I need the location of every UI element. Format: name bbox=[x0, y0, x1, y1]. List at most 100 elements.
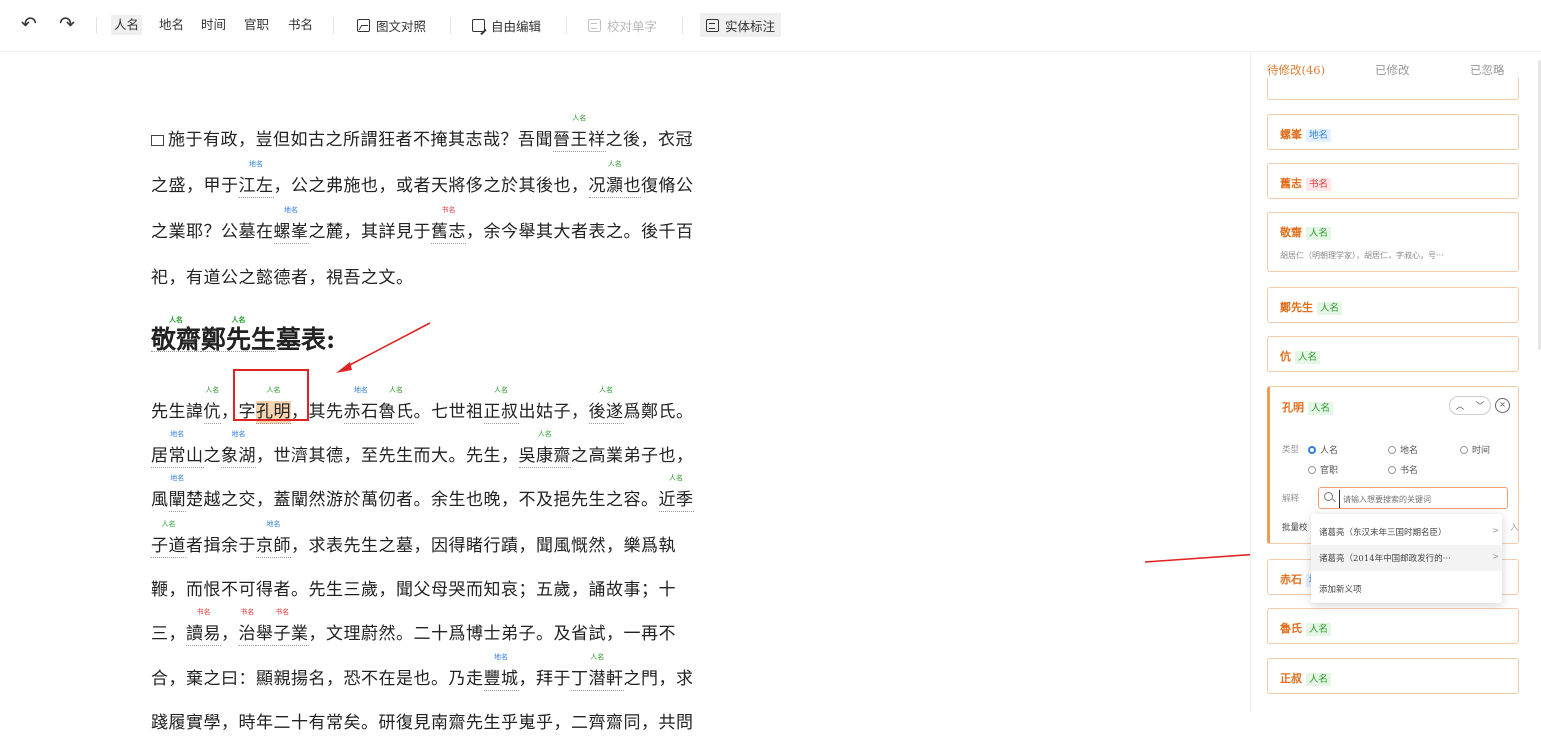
filter-time[interactable]: 时间 bbox=[198, 15, 229, 35]
entity-person[interactable]: 伉人名 bbox=[203, 386, 221, 424]
entity-place[interactable]: 豐城 地名 bbox=[483, 653, 519, 691]
text-line: 合，棄之曰：顯親揚名，恐不在是也。乃走豐城 地名 ，拜于丁潜軒 人名 之門，求 bbox=[151, 653, 694, 693]
entity-card[interactable]: 正叔 人名 bbox=[1267, 658, 1519, 694]
entity-name: 舊志 bbox=[1280, 177, 1302, 190]
type-radio[interactable]: 官职 bbox=[1308, 463, 1338, 476]
entity-person[interactable]: 正叔 人名 bbox=[483, 386, 519, 424]
entity-place[interactable]: 象湖 地名 bbox=[221, 430, 256, 468]
type-radio[interactable]: 书名 bbox=[1388, 463, 1418, 476]
radio-label: 官职 bbox=[1320, 466, 1339, 476]
explanation-search-input[interactable] bbox=[1339, 490, 1505, 508]
tab-modified[interactable]: 已修改 bbox=[1375, 62, 1410, 78]
entity-name: 正叔 bbox=[1280, 672, 1302, 685]
redo-icon[interactable]: ↷ bbox=[59, 14, 75, 34]
image-text-button[interactable]: 图文对照 bbox=[357, 13, 426, 37]
entity-tag: 人名 bbox=[537, 430, 552, 438]
type-label: 类型 bbox=[1282, 445, 1300, 455]
tab-ignored[interactable]: 已忽略 bbox=[1470, 62, 1505, 78]
dropdown-option[interactable]: 诸葛亮（东汉末年三国时期名臣） > bbox=[1319, 526, 1499, 538]
close-icon[interactable]: × bbox=[1495, 398, 1510, 413]
type-radio[interactable]: 人名 bbox=[1308, 443, 1338, 456]
entity-card[interactable]: 螺峯 地名 bbox=[1267, 114, 1519, 150]
entity-type-badge: 人名 bbox=[1308, 402, 1334, 415]
edit-icon bbox=[472, 18, 485, 32]
entity-person[interactable]: 晉王祥 人名 bbox=[553, 114, 606, 152]
entity-card-name: 孔明 人名 bbox=[1282, 399, 1334, 415]
entity-tag: 地名 bbox=[231, 430, 246, 438]
text-line: 風闡 地名 楚越之交，蓋闡然游於萬仞者。余生也晚，不及挹先生之容。近季 人名 bbox=[151, 474, 694, 514]
entity-place[interactable]: 螺峯 地名 bbox=[273, 206, 309, 244]
chevron-right-icon: > bbox=[1492, 526, 1500, 536]
entity-book[interactable]: 舊志 书名 bbox=[431, 206, 466, 244]
entity-person[interactable]: 近季 人名 bbox=[658, 474, 694, 512]
proof-button[interactable]: 校对单字 bbox=[588, 13, 657, 37]
image-marker-icon[interactable] bbox=[151, 135, 164, 146]
entity-card[interactable]: 舊志 书名 bbox=[1267, 163, 1519, 199]
entity-annotate-button[interactable]: 实体标注 bbox=[700, 13, 782, 37]
type-radio[interactable]: 时间 bbox=[1460, 443, 1490, 456]
plain-text: ，公之弗施也，或者天將侈之於其後也， bbox=[273, 176, 589, 196]
type-radio[interactable]: 地名 bbox=[1388, 443, 1418, 456]
entity-tag: 地名 bbox=[494, 653, 508, 661]
filter-person[interactable]: 人名 bbox=[111, 15, 143, 35]
entity-tag: 人名 bbox=[389, 386, 403, 394]
text-line: 施于有政，豈但如古之所謂狂者不掩其志哉？吾聞晉王祥 人名 之後，衣冠 bbox=[151, 114, 693, 154]
chevron-down-icon[interactable]: ﹀ bbox=[1475, 399, 1484, 412]
entity-text: 舊志 bbox=[431, 222, 466, 242]
proof-icon bbox=[588, 18, 601, 32]
entity-name: 敬齋 bbox=[1280, 226, 1302, 239]
entity-place[interactable]: 居常山 地名 bbox=[151, 430, 204, 468]
entity-person[interactable]: 子道 人名 bbox=[151, 520, 186, 558]
entity-text: 晉王祥 bbox=[553, 130, 606, 150]
entity-card[interactable]: 鄭先生 人名 bbox=[1267, 287, 1519, 323]
entity-card[interactable]: 伉人名 bbox=[1267, 336, 1519, 372]
undo-icon[interactable]: ↶ bbox=[21, 14, 37, 34]
free-edit-button[interactable]: 自由编辑 bbox=[472, 13, 541, 37]
filter-book[interactable]: 书名 bbox=[285, 15, 316, 35]
entity-name: 伉 bbox=[1280, 350, 1291, 363]
toolbar: ↶ ↷ 人名 地名 时间 官职 书名 图文对照 自由编辑 校对单字 实体标注 bbox=[0, 0, 1541, 52]
entity-tag: 地名 bbox=[284, 206, 298, 214]
plain-text: 鞭，而恨不可得者。先生三歲，聞父母哭而知哀；五歲，誦故事；十 bbox=[151, 580, 676, 600]
entity-card-partial[interactable] bbox=[1267, 78, 1519, 100]
entity-text: 敬齋 bbox=[151, 325, 202, 354]
entity-place[interactable]: 闡地名 bbox=[168, 474, 186, 512]
entity-text: 吳康齋 bbox=[518, 446, 571, 466]
entity-person[interactable]: 况灝也 人名 bbox=[588, 160, 641, 198]
entity-card[interactable]: 敬齋 人名 胡居仁（明朝理学家），胡居仁，字叔心，号··· bbox=[1267, 212, 1519, 272]
radio-dot bbox=[1388, 445, 1396, 454]
chevron-up-icon[interactable]: ︿ bbox=[1455, 399, 1464, 412]
filter-place[interactable]: 地名 bbox=[156, 15, 187, 35]
entity-name: 鄭先生 bbox=[1280, 301, 1313, 314]
entity-place[interactable]: 江左 地名 bbox=[238, 160, 274, 198]
entity-tag: 人名 bbox=[590, 653, 605, 661]
entity-person[interactable]: 敬齋 人名 bbox=[151, 316, 202, 352]
entity-card-name: 鄭先生 人名 bbox=[1280, 299, 1343, 315]
entity-book[interactable]: 舉子業 书名 bbox=[256, 608, 309, 646]
entity-card[interactable]: 魯氏 人名 bbox=[1267, 608, 1519, 644]
entity-person[interactable]: 丁潜軒 人名 bbox=[571, 653, 624, 691]
entity-name: 魯氏 bbox=[1280, 622, 1302, 635]
divider bbox=[566, 17, 567, 34]
add-new-sense-option[interactable]: 添加新义项 bbox=[1319, 583, 1362, 595]
entity-person[interactable]: 吳康齋 人名 bbox=[518, 430, 571, 468]
entity-person[interactable]: 後遂 人名 bbox=[588, 386, 624, 424]
text-line: 居常山 地名 之象湖 地名 ，世濟其德，至先生而大。先生，吳康齋 人名 之高業弟子也， bbox=[151, 430, 694, 470]
plain-text: 者揖余于 bbox=[186, 536, 256, 556]
filter-office[interactable]: 官职 bbox=[241, 15, 272, 35]
entity-type-badge: 人名 bbox=[1295, 351, 1321, 364]
tab-pending[interactable]: 待修改(46) bbox=[1267, 62, 1325, 78]
entity-tag: 人名 bbox=[161, 520, 176, 528]
entity-label: 实体标注 bbox=[725, 18, 776, 34]
entity-book[interactable]: 讀易 书名 bbox=[186, 608, 221, 646]
entity-person[interactable]: 魯氏 人名 bbox=[378, 386, 414, 424]
plain-text: 施于有政，豈但如古之所謂狂者不掩其志哉？吾聞 bbox=[168, 130, 553, 150]
image-icon bbox=[357, 18, 370, 32]
image-text-label: 图文对照 bbox=[376, 18, 427, 34]
entity-text: 赤石 bbox=[343, 402, 379, 422]
entity-book[interactable]: 治书名 bbox=[238, 608, 256, 646]
dropdown-option[interactable]: 诸葛亮（2014年中国邮政发行的··· > bbox=[1319, 552, 1499, 564]
entity-person[interactable]: 鄭先生 人名 bbox=[201, 316, 277, 352]
entity-place[interactable]: 赤石 地名 bbox=[343, 386, 379, 424]
entity-place[interactable]: 京師 地名 bbox=[256, 520, 291, 558]
